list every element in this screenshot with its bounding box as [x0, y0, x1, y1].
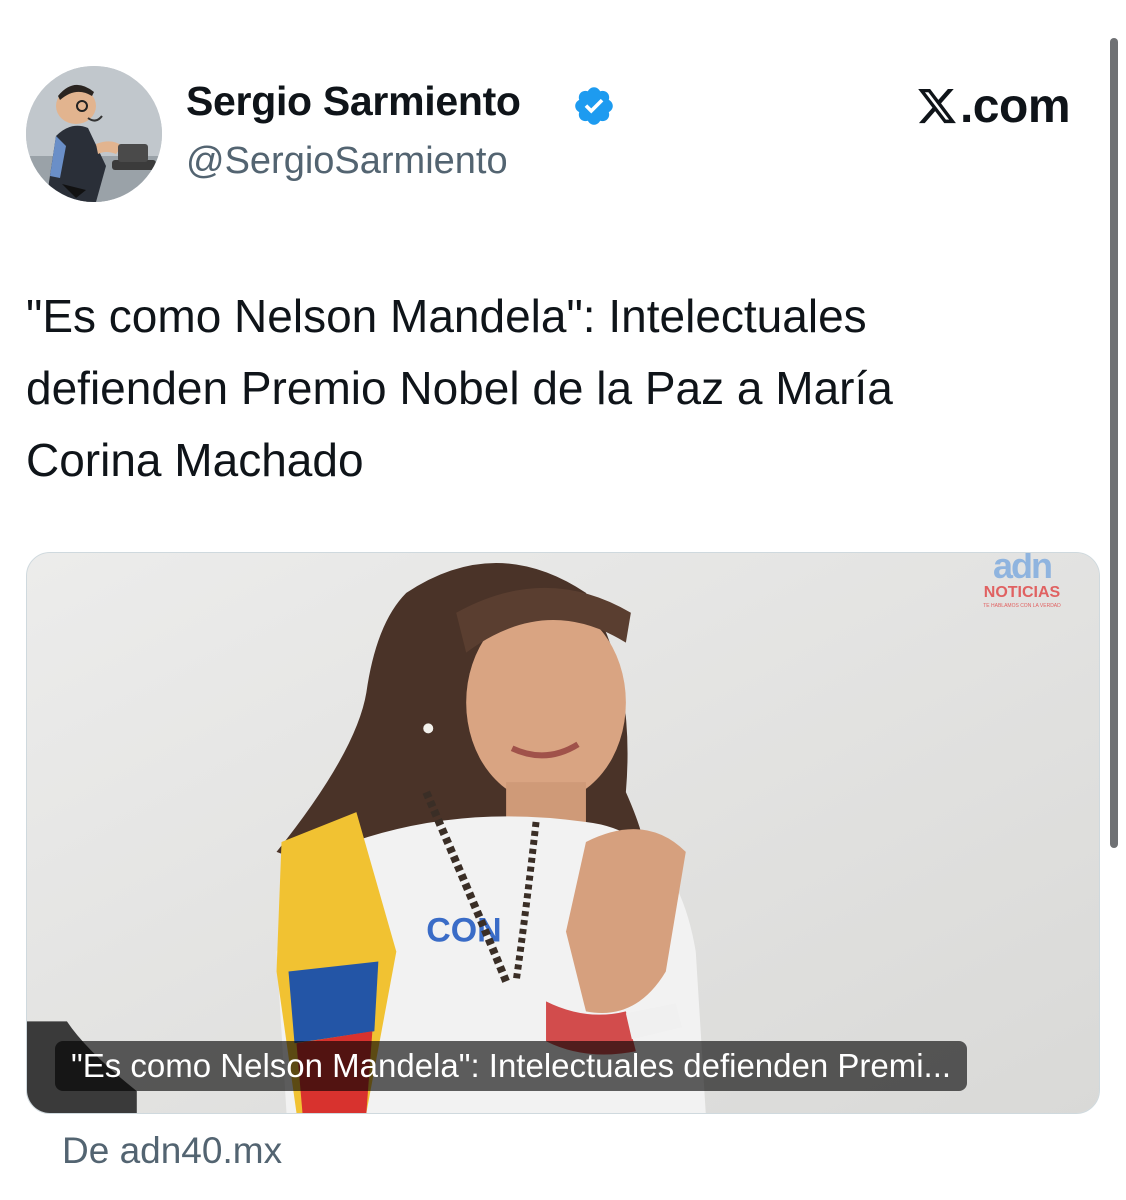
- card-caption[interactable]: "Es como Nelson Mandela": Intelectuales …: [55, 1041, 968, 1091]
- article-photo: CON: [27, 553, 1099, 1113]
- brand-text: .com: [959, 79, 1071, 133]
- adn-noticias-watermark: adn NOTICIAS TE HABLAMOS CON LA VERDAD: [967, 553, 1077, 609]
- watermark-word: NOTICIAS: [983, 584, 1061, 601]
- tweet-text: "Es como Nelson Mandela": Intelectuales …: [26, 290, 893, 486]
- watermark-tagline: TE HABLAMOS CON LA VERDAD: [983, 603, 1061, 609]
- card-source[interactable]: De adn40.mx: [62, 1130, 282, 1172]
- author-avatar[interactable]: [26, 66, 162, 202]
- author-handle[interactable]: @SergioSarmiento: [186, 140, 508, 183]
- scrollbar[interactable]: [1110, 30, 1118, 850]
- x-brand: .com: [916, 78, 1071, 134]
- x-logo-icon: [918, 88, 956, 124]
- tweet-screenshot: Sergio Sarmiento @SergioSarmiento .com "…: [0, 0, 1126, 1200]
- watermark-logo: adn: [992, 552, 1053, 586]
- verified-badge-icon: [575, 87, 613, 125]
- caricature-avatar-icon: [26, 66, 162, 202]
- author-name[interactable]: Sergio Sarmiento: [186, 78, 521, 125]
- link-preview-card[interactable]: CON adn NOTICIAS TE HABLAMOS CON LA VERD…: [26, 552, 1100, 1114]
- scrollbar-thumb[interactable]: [1110, 38, 1118, 848]
